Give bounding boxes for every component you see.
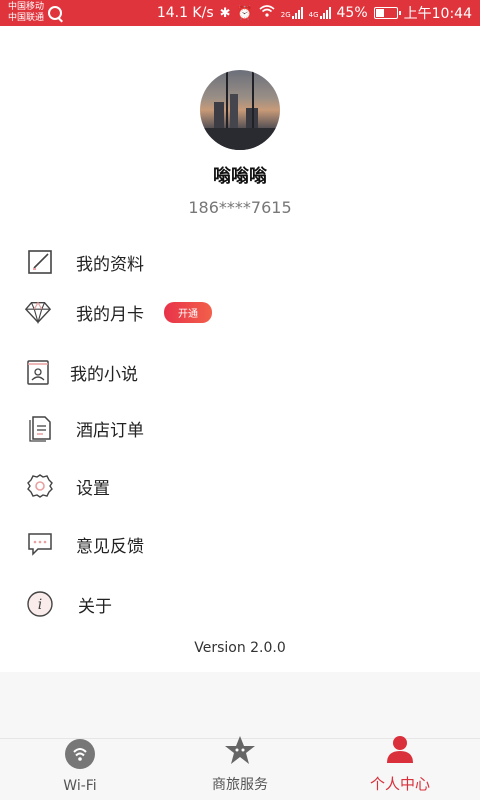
activate-badge[interactable]: 开通: [164, 301, 212, 323]
clock: 上午10:44: [403, 6, 472, 22]
menu-label-profile: 我的资料: [76, 254, 144, 275]
svg-text:i: i: [38, 597, 42, 613]
alarm-icon: ⏰: [236, 5, 253, 21]
star-icon: [223, 734, 257, 770]
version-text: Version 2.0.0: [194, 640, 286, 656]
menu-item-monthly-card[interactable]: 我的月卡 开通: [0, 290, 480, 334]
book-icon: [24, 358, 52, 386]
document-icon: [26, 414, 54, 442]
tab-personal-center[interactable]: 个人中心: [320, 736, 480, 800]
network-speed: 14.1 K/s: [156, 5, 214, 21]
battery-icon: [373, 7, 401, 19]
status-bar: 中国移动 中国联通 14.1 K/s ✱ ⏰ 2G 4G 45% 上午10:44: [0, 0, 480, 26]
gear-icon: [26, 472, 54, 500]
menu-item-settings[interactable]: 设置: [0, 464, 480, 508]
info-icon: i: [26, 590, 54, 618]
profile-header: 嗡嗡嗡 186****7615: [0, 70, 480, 217]
tab-personal-label: 个人中心: [369, 775, 430, 793]
menu-item-about[interactable]: i 关于: [0, 582, 480, 626]
chat-bubble-icon: [26, 530, 54, 558]
menu-item-novels[interactable]: 我的小说: [0, 350, 480, 394]
tab-wifi[interactable]: Wi-Fi: [0, 739, 160, 800]
wifi-status-icon: [259, 5, 275, 21]
menu-item-feedback[interactable]: 意见反馈: [0, 522, 480, 566]
carrier-info: 中国移动 中国联通: [8, 2, 63, 24]
bluetooth-icon: ✱: [219, 5, 231, 21]
avatar[interactable]: [200, 70, 280, 150]
person-icon: [383, 733, 417, 769]
carrier-2: 中国联通: [8, 13, 45, 23]
network-type-2: 4G: [308, 11, 319, 19]
carrier-1: 中国移动: [8, 2, 45, 12]
menu-item-profile[interactable]: 我的资料: [0, 240, 480, 284]
phone-number: 186****7615: [188, 198, 292, 217]
battery-percent: 45%: [336, 5, 368, 21]
signal-1-icon: [291, 7, 303, 19]
menu-label-about: 关于: [78, 596, 112, 617]
tab-business-label: 商旅服务: [212, 777, 268, 793]
edit-icon: [26, 248, 54, 276]
qq-notification-icon: [48, 6, 63, 20]
menu-label-monthly-card: 我的月卡: [76, 304, 144, 325]
menu-label-settings: 设置: [76, 478, 110, 499]
tab-wifi-label: Wi-Fi: [63, 778, 97, 794]
menu-label-hotel-orders: 酒店订单: [76, 420, 144, 441]
menu-item-hotel-orders[interactable]: 酒店订单: [0, 406, 480, 450]
wifi-icon: [63, 738, 97, 774]
signal-2-icon: [319, 7, 331, 19]
network-type-1: 2G: [280, 11, 291, 19]
menu-label-novels: 我的小说: [70, 364, 138, 385]
tab-business-travel[interactable]: 商旅服务: [160, 736, 320, 800]
nickname: 嗡嗡嗡: [213, 166, 267, 187]
menu-label-feedback: 意见反馈: [76, 536, 144, 557]
bottom-navigation: Wi-Fi 商旅服务 个人中心: [0, 736, 480, 800]
footer-spacer: [0, 672, 480, 738]
diamond-icon: [24, 298, 52, 326]
